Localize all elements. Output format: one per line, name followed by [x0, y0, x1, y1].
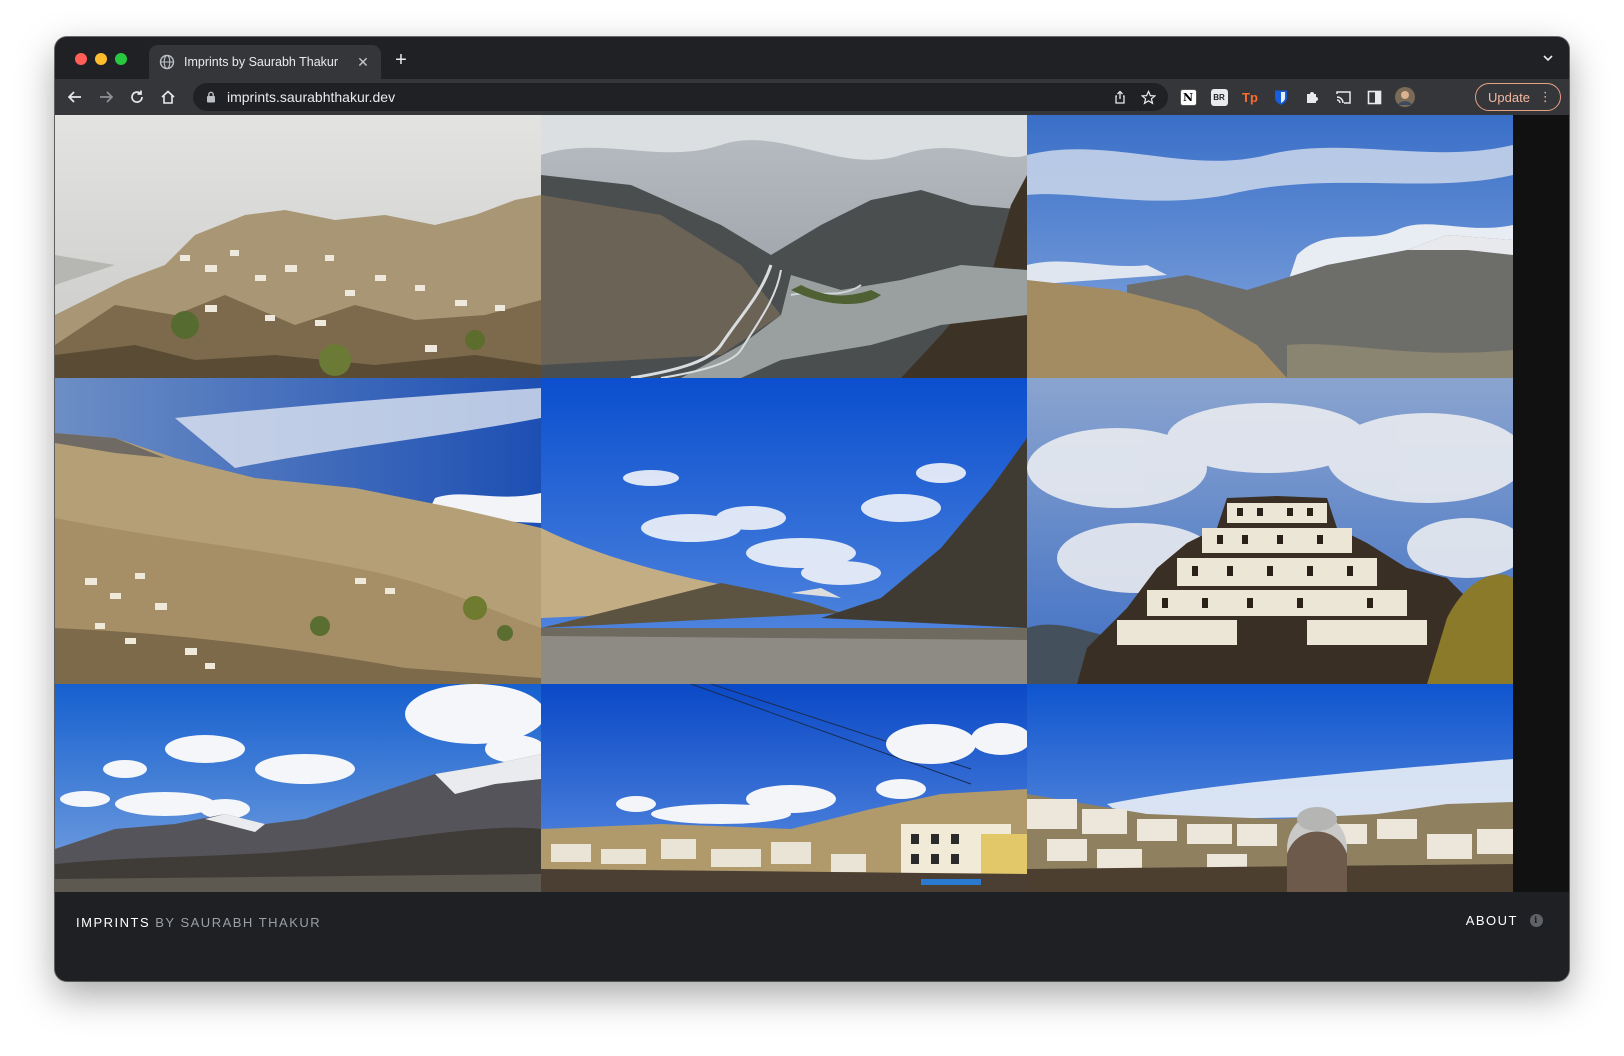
- about-label: ABOUT: [1465, 913, 1518, 928]
- br-badge: BR: [1210, 88, 1228, 106]
- reload-button[interactable]: [127, 87, 147, 107]
- about-link[interactable]: ABOUT i: [1466, 913, 1543, 928]
- new-tab-button[interactable]: +: [391, 50, 411, 70]
- photo-dhankar-village-cloudy[interactable]: [55, 115, 541, 378]
- notion-badge: N: [1179, 88, 1197, 106]
- share-icon[interactable]: [1106, 87, 1134, 107]
- lock-icon[interactable]: [205, 91, 217, 103]
- home-icon: [161, 90, 175, 104]
- maximize-window-button[interactable]: [115, 53, 127, 65]
- tab-strip: Imprints by Saurabh Thakur ✕ +: [55, 37, 1569, 79]
- minimize-window-button[interactable]: [95, 53, 107, 65]
- tp-extension-icon[interactable]: Tp: [1240, 87, 1260, 107]
- window-controls: [75, 53, 127, 65]
- tab-imprints[interactable]: Imprints by Saurabh Thakur ✕: [149, 45, 381, 79]
- puzzle-extensions-icon[interactable]: [1302, 87, 1322, 107]
- tab-title: Imprints by Saurabh Thakur: [184, 55, 339, 69]
- brand-name: IMPRINTS: [76, 915, 151, 930]
- cast-icon[interactable]: [1333, 87, 1353, 107]
- tp-badge: Tp: [1242, 89, 1258, 105]
- photo-river-valley-storm[interactable]: [541, 115, 1027, 378]
- photo-snow-mountain-range[interactable]: [55, 684, 541, 892]
- bookmark-star-icon[interactable]: [1134, 87, 1162, 107]
- update-button[interactable]: Update ⋮: [1475, 83, 1561, 111]
- close-tab-icon[interactable]: ✕: [355, 54, 371, 71]
- br-extension-icon[interactable]: BR: [1209, 87, 1229, 107]
- side-panel-icon[interactable]: [1364, 87, 1384, 107]
- home-button[interactable]: [158, 87, 178, 107]
- reload-icon: [131, 90, 143, 103]
- bitwarden-icon[interactable]: [1271, 87, 1291, 107]
- browser-window: Imprints by Saurabh Thakur ✕ + imprints.…: [55, 37, 1569, 981]
- more-menu-icon[interactable]: ⋮: [1539, 89, 1552, 105]
- notion-icon[interactable]: N: [1178, 87, 1198, 107]
- back-button[interactable]: [65, 87, 85, 107]
- arrow-right-icon: [100, 91, 114, 103]
- site-brand[interactable]: IMPRINTS BY SAURABH THAKUR: [76, 915, 321, 930]
- photo-kaza-town-blue[interactable]: [541, 684, 1027, 892]
- photo-key-monastery[interactable]: [1027, 378, 1513, 684]
- address-bar[interactable]: imprints.saurabhthakur.dev: [193, 83, 1168, 111]
- update-label: Update: [1488, 89, 1530, 105]
- globe-icon: [159, 54, 175, 70]
- photo-town-with-beanie[interactable]: [1027, 684, 1513, 892]
- photo-valley-blue-sky[interactable]: [541, 378, 1027, 684]
- forward-button[interactable]: [96, 87, 116, 107]
- toolbar: imprints.saurabhthakur.dev N BR Tp Updat…: [55, 79, 1569, 115]
- chevron-down-icon[interactable]: [1541, 51, 1555, 65]
- photo-snow-peaks-clouds[interactable]: [1027, 115, 1513, 378]
- profile-avatar[interactable]: [1395, 87, 1415, 107]
- close-window-button[interactable]: [75, 53, 87, 65]
- photo-hillside-village-sky[interactable]: [55, 378, 541, 684]
- url-text[interactable]: imprints.saurabhthakur.dev: [227, 89, 1106, 105]
- info-icon[interactable]: i: [1530, 914, 1543, 927]
- gallery: [55, 115, 1569, 892]
- arrow-left-icon: [67, 91, 81, 103]
- brand-author: BY SAURABH THAKUR: [155, 915, 322, 930]
- site-footer: IMPRINTS BY SAURABH THAKUR ABOUT i: [55, 892, 1569, 981]
